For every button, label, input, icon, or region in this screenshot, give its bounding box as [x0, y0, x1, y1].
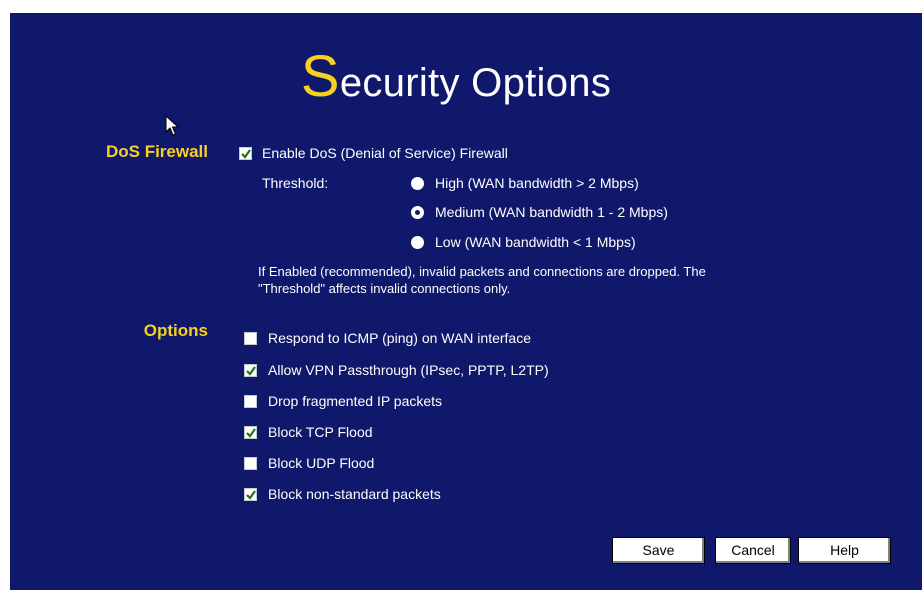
drop-fragmented-checkbox[interactable]: [244, 395, 257, 408]
enable-dos-label: Enable DoS (Denial of Service) Firewall: [262, 145, 508, 161]
block-tcp-flood-label: Block TCP Flood: [268, 424, 373, 440]
help-button[interactable]: Help: [798, 537, 891, 564]
vpn-passthrough-checkbox[interactable]: [244, 364, 257, 377]
radio-selected-dot: [415, 210, 420, 215]
icmp-checkbox[interactable]: [244, 332, 257, 345]
block-udp-flood-checkbox[interactable]: [244, 457, 257, 470]
checkmark-icon: [246, 490, 256, 500]
threshold-high-radio[interactable]: [411, 177, 424, 190]
dos-firewall-heading: DoS Firewall: [105, 142, 208, 161]
page-title: Security Options: [0, 47, 912, 113]
vpn-passthrough-label: Allow VPN Passthrough (IPsec, PPTP, L2TP…: [268, 362, 549, 378]
threshold-low-radio[interactable]: [411, 236, 424, 249]
block-tcp-flood-checkbox[interactable]: [244, 426, 257, 439]
checkmark-icon: [241, 149, 251, 159]
cancel-button[interactable]: Cancel: [715, 537, 791, 564]
block-nonstandard-label: Block non-standard packets: [268, 486, 441, 502]
page-title-rest: ecurity Options: [339, 61, 612, 105]
block-udp-flood-label: Block UDP Flood: [268, 455, 375, 471]
dos-note-line2: "Threshold" affects invalid connections …: [258, 281, 511, 296]
page-title-initial: S: [300, 44, 340, 109]
checkmark-icon: [246, 428, 256, 438]
threshold-medium-label: Medium (WAN bandwidth 1 - 2 Mbps): [435, 204, 668, 220]
icmp-label: Respond to ICMP (ping) on WAN interface: [268, 330, 532, 346]
threshold-medium-radio[interactable]: [411, 206, 424, 219]
dos-note-line1: If Enabled (recommended), invalid packet…: [258, 264, 706, 279]
drop-fragmented-label: Drop fragmented IP packets: [268, 393, 443, 409]
checkmark-icon: [246, 366, 256, 376]
threshold-high-label: High (WAN bandwidth > 2 Mbps): [435, 175, 639, 191]
threshold-label: Threshold:: [262, 175, 329, 191]
options-heading: Options: [143, 321, 208, 340]
enable-dos-checkbox[interactable]: [239, 147, 252, 160]
mouse-pointer-icon: [165, 115, 179, 136]
save-button[interactable]: Save: [612, 537, 705, 564]
threshold-low-label: Low (WAN bandwidth < 1 Mbps): [435, 234, 636, 250]
block-nonstandard-checkbox[interactable]: [244, 488, 257, 501]
